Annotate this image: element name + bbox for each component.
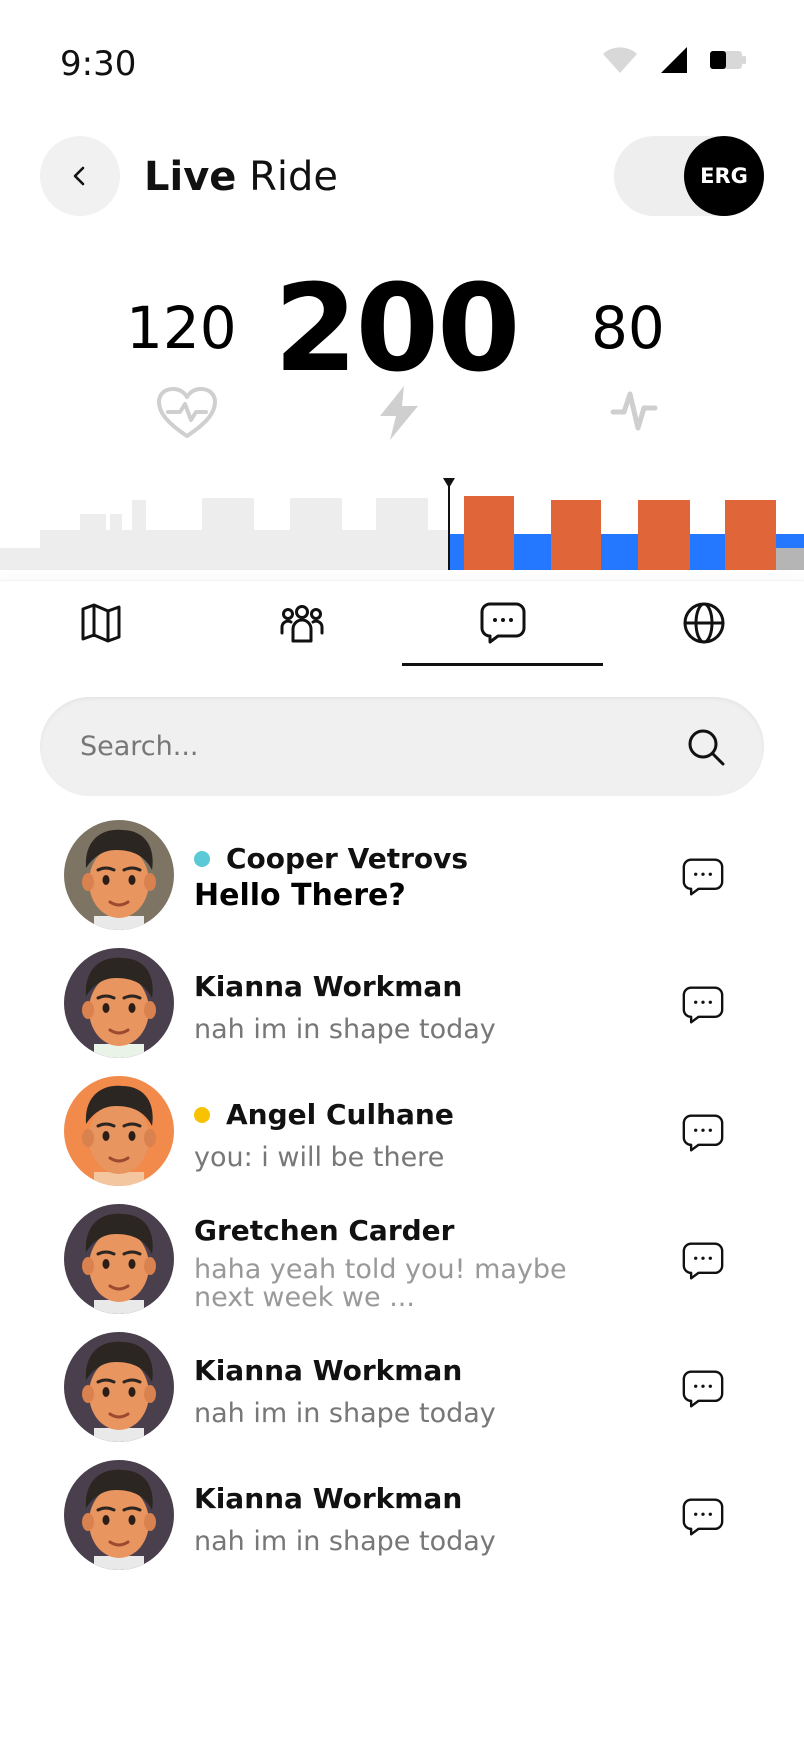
battery-icon — [710, 51, 746, 69]
chat-row[interactable]: Gretchen Carder haha yeah told you! mayb… — [0, 1204, 804, 1332]
name-line: Kianna Workman — [194, 1354, 462, 1387]
erg-knob: ERG — [684, 136, 764, 216]
title-light: Ride — [249, 154, 339, 200]
contact-name: Kianna Workman — [194, 1482, 463, 1515]
name-line: Angel Culhane — [194, 1098, 454, 1131]
message-preview: you: i will be there — [194, 1142, 445, 1173]
tab-bar — [0, 580, 804, 670]
chat-icon — [480, 602, 525, 644]
avatar — [64, 1076, 174, 1186]
chat-row[interactable]: Kianna Workman nah im in shape today — [0, 1460, 804, 1588]
completed-intervals — [0, 498, 448, 570]
avatar — [64, 1460, 174, 1570]
name-line: Gretchen Carder — [194, 1214, 454, 1247]
message-preview: Hello There? — [194, 878, 406, 913]
title-bold: Live — [144, 154, 237, 200]
active-tab-indicator — [402, 663, 603, 666]
erg-toggle[interactable]: ERG — [614, 136, 764, 216]
contact-name: Cooper Vetrovs — [226, 842, 469, 875]
lightning-icon — [380, 386, 418, 440]
heart-rate-value: 120 — [126, 294, 237, 362]
message-icon[interactable] — [682, 1496, 724, 1538]
avatar — [64, 1204, 174, 1314]
online-status-dot — [194, 850, 210, 867]
back-button[interactable] — [40, 136, 120, 216]
search-bar — [40, 697, 764, 796]
heart-rate-icon — [157, 387, 217, 438]
message-preview: nah im in shape today — [194, 1014, 496, 1045]
metrics: 120 200 80 — [0, 260, 804, 460]
globe-icon — [683, 602, 724, 644]
contact-name: Gretchen Carder — [194, 1214, 455, 1247]
contact-name: Kianna Workman — [194, 970, 463, 1003]
message-preview: haha yeah told you! maybe next week we .… — [194, 1254, 567, 1313]
power-value: 200 — [274, 260, 520, 399]
signal-icon — [661, 47, 687, 73]
map-icon — [81, 603, 120, 643]
chat-row[interactable]: Kianna Workman nah im in shape today — [0, 1332, 804, 1460]
avatar — [64, 1332, 174, 1442]
away-status-dot — [194, 1106, 210, 1123]
upcoming-intervals — [448, 496, 804, 570]
avatar — [64, 820, 174, 930]
tab-map[interactable] — [0, 581, 201, 665]
chat-row[interactable]: Kianna Workman nah im in shape today — [0, 948, 804, 1076]
name-line: Kianna Workman — [194, 1482, 462, 1515]
chat-row[interactable]: Cooper Vetrovs Hello There? — [0, 820, 804, 948]
message-icon[interactable] — [682, 1368, 724, 1410]
workout-profile — [0, 478, 804, 570]
header: Live Ride ERG — [0, 136, 804, 216]
tab-riders[interactable] — [201, 581, 402, 665]
message-icon[interactable] — [682, 1112, 724, 1154]
cadence-value: 80 — [591, 294, 665, 362]
message-icon[interactable] — [682, 984, 724, 1026]
page-title: Live Ride — [144, 154, 338, 200]
chevron-left-icon — [73, 166, 85, 186]
contact-name: Angel Culhane — [226, 1098, 454, 1131]
message-icon[interactable] — [682, 1240, 724, 1282]
contact-name: Kianna Workman — [194, 1354, 463, 1387]
search-input[interactable] — [80, 697, 660, 796]
status-time: 9:30 — [60, 44, 137, 84]
group-icon — [280, 605, 323, 643]
avatar — [64, 948, 174, 1058]
chat-row[interactable]: Angel Culhane you: i will be there — [0, 1076, 804, 1204]
name-line: Kianna Workman — [194, 970, 462, 1003]
status-icons — [602, 46, 746, 74]
message-preview: nah im in shape today — [194, 1398, 496, 1429]
tab-chat[interactable] — [402, 581, 603, 665]
status-bar: 9:30 — [0, 0, 804, 125]
cadence-pulse-icon — [610, 391, 658, 431]
tab-world[interactable] — [603, 581, 804, 665]
message-preview: nah im in shape today — [194, 1526, 496, 1557]
message-icon[interactable] — [682, 856, 724, 898]
wifi-icon — [603, 47, 637, 73]
name-line: Cooper Vetrovs — [194, 842, 468, 875]
search-icon[interactable] — [686, 727, 726, 767]
